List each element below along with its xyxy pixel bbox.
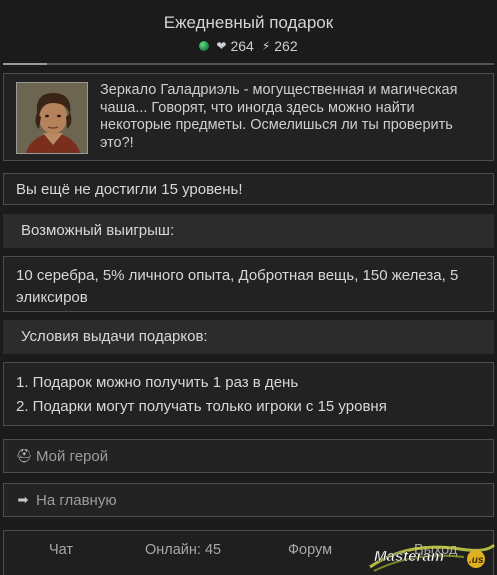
character-portrait <box>16 82 88 154</box>
condition-item: 1. Подарок можно получить 1 раз в день <box>16 374 299 391</box>
header-divider <box>3 63 494 65</box>
page-title: Ежедневный подарок <box>163 13 334 32</box>
helmet-icon: ⛑ <box>16 448 33 463</box>
arrow-right-icon: ➡ <box>17 492 29 507</box>
level-notice: Вы ещё не достигли 15 уровень! <box>3 173 494 205</box>
my-hero-label: Мой герой <box>36 447 109 465</box>
portrait-illustration <box>17 83 87 153</box>
gem-icon <box>199 41 210 51</box>
intro-box: Зеркало Галадриэль - могущественная и ма… <box>3 73 494 161</box>
home-label: На главную <box>36 491 117 509</box>
health-value: 264 <box>230 38 254 54</box>
lightning-icon: ⚡ <box>261 39 271 53</box>
heart-icon: ❤ <box>216 39 227 53</box>
exit-link[interactable]: Выход <box>414 542 457 558</box>
my-hero-button[interactable]: ⛑ Мой герой <box>3 439 494 473</box>
forum-link[interactable]: Форум <box>288 542 332 558</box>
chat-link[interactable]: Чат <box>49 542 73 558</box>
conditions-label: Условия выдачи подарков: <box>3 320 494 354</box>
prize-label: Возможный выигрыш: <box>3 214 494 248</box>
prize-box: 10 серебра, 5% личного опыта, Добротная … <box>3 256 494 312</box>
home-button[interactable]: ➡ На главную <box>3 483 494 517</box>
player-stats: ❤ 264 ⚡ 262 <box>0 38 497 54</box>
intro-text: Зеркало Галадриэль - могущественная и ма… <box>100 82 458 151</box>
conditions-box: 1. Подарок можно получить 1 раз в день 2… <box>3 362 494 426</box>
energy-value: 262 <box>274 38 298 54</box>
footer-bar: Чат Онлайн: 45 Форум Выход <box>3 530 494 575</box>
condition-item: 2. Подарки могут получать только игроки … <box>16 398 387 415</box>
online-count: Онлайн: 45 <box>145 542 222 558</box>
page-header: Ежедневный подарок ❤ 264 ⚡ 262 <box>0 0 497 60</box>
header-divider-accent <box>3 63 47 65</box>
